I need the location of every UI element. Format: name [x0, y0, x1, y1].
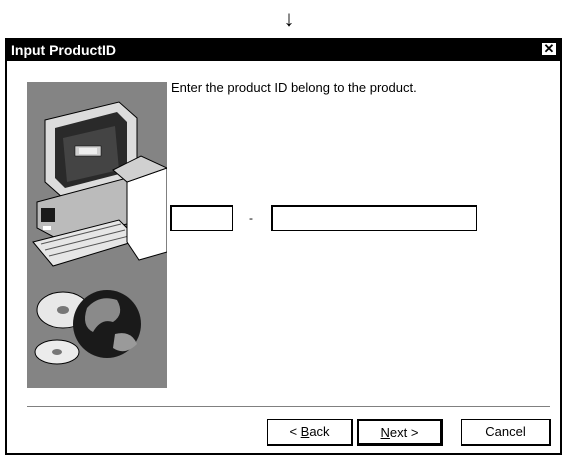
next-rest: ext >: [389, 425, 419, 440]
instruction-text: Enter the product ID belong to the produ…: [171, 80, 417, 95]
globe-icon: [73, 290, 141, 358]
title-bar: Input ProductID ✕: [7, 40, 560, 61]
dialog-title: Input ProductID: [11, 42, 116, 58]
button-separator: [27, 406, 550, 408]
back-rest: ack: [309, 424, 330, 439]
input-productid-dialog: Input ProductID ✕ Enter the product ID b…: [5, 38, 562, 455]
next-button[interactable]: Next >: [357, 419, 443, 446]
cancel-button[interactable]: Cancel: [461, 419, 551, 446]
setup-illustration: [27, 82, 167, 388]
back-prefix: <: [289, 424, 301, 439]
computer-illustration: [32, 101, 167, 365]
back-button[interactable]: < Back: [267, 419, 353, 446]
next-mnemonic: N: [380, 425, 390, 440]
close-icon: ✕: [543, 41, 555, 56]
product-id-field-2[interactable]: [271, 205, 477, 231]
product-id-field-1[interactable]: [170, 205, 233, 231]
id-separator: -: [249, 211, 253, 225]
down-arrow: ↓: [283, 6, 295, 31]
close-button[interactable]: ✕: [541, 42, 557, 56]
